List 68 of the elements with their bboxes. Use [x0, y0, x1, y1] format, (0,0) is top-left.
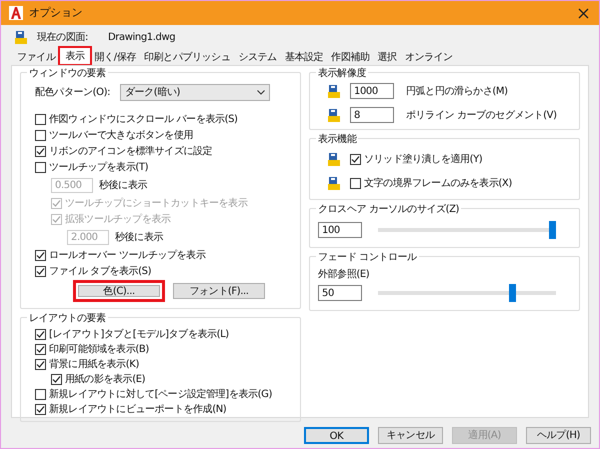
tab[interactable]: 基本設定: [280, 49, 328, 65]
field-label: 円弧と円の滑らかさ(M): [406, 84, 508, 98]
checkbox[interactable]: [51, 374, 62, 385]
tab[interactable]: 印刷とパブリッシュ: [140, 49, 234, 65]
checkbox[interactable]: [35, 250, 46, 260]
checkbox-label: ロールオーバー ツールチップを表示: [49, 248, 206, 262]
checkbox[interactable]: [35, 404, 46, 415]
checkbox[interactable]: [35, 146, 46, 156]
field-label: ポリライン カーブのセグメント(V): [406, 108, 557, 122]
slider-thumb[interactable]: [509, 284, 516, 302]
checkbox[interactable]: [35, 359, 46, 370]
checkbox[interactable]: [35, 344, 46, 355]
number-field[interactable]: 8: [350, 107, 394, 123]
checkbox[interactable]: [350, 154, 361, 164]
drawing-name: Drawing1.dwg: [108, 30, 176, 44]
checkbox[interactable]: [35, 162, 46, 172]
checkbox[interactable]: [35, 130, 46, 140]
delay-label: 秒後に表示: [115, 230, 164, 244]
tab[interactable]: オンライン: [400, 49, 457, 65]
checkbox[interactable]: [35, 114, 46, 124]
drawing-setting-icon: [326, 175, 342, 191]
drawing-icon: [13, 29, 29, 45]
checkbox[interactable]: [35, 266, 46, 276]
dialog-button[interactable]: 色(C)...: [73, 280, 165, 302]
color-scheme-dropdown[interactable]: ダーク(暗い): [120, 84, 270, 100]
checkbox-label: 拡張ツールチップを表示: [65, 212, 171, 226]
checkbox-label: 文字の境界フレームのみを表示(X): [364, 176, 512, 190]
drawing-setting-icon: [326, 83, 342, 99]
fade-value-field[interactable]: 50: [318, 285, 362, 301]
current-drawing-label: 現在の図面:: [37, 30, 88, 44]
drawing-setting-icon: [326, 107, 342, 123]
dialog-button[interactable]: フォント(F)...: [173, 283, 265, 299]
checkbox-label: ファイル タブを表示(S): [49, 264, 152, 278]
chevron-down-icon: [256, 90, 265, 94]
tab[interactable]: システム: [234, 49, 281, 65]
checkbox-label: ツールチップを表示(T): [49, 160, 148, 174]
app-logo-icon: [9, 6, 23, 20]
checkbox-label: ツールバーで大きなボタンを使用: [49, 128, 194, 142]
tab[interactable]: ファイル: [13, 49, 60, 65]
checkbox[interactable]: [35, 329, 46, 340]
checkbox-label: 用紙の影を表示(E): [65, 372, 146, 387]
checkbox-label: [レイアウト]タブと[モデル]タブを表示(L): [49, 328, 229, 342]
checkbox-label: 作図ウィンドウにスクロール バーを表示(S): [49, 112, 238, 126]
slider-thumb[interactable]: [548, 221, 556, 239]
checkbox-label: リボンのアイコンを標準サイズに設定: [49, 144, 212, 158]
checkbox[interactable]: [350, 178, 361, 188]
checkbox[interactable]: [35, 389, 46, 400]
checkbox-label: ソリッド塗り潰しを適用(Y): [364, 152, 482, 166]
xref-label: 外部参照(E): [318, 268, 370, 282]
window-title: オプション: [29, 4, 82, 21]
drawing-setting-icon: [326, 151, 342, 167]
dialog-button[interactable]: キャンセル: [378, 427, 443, 444]
close-icon[interactable]: [578, 8, 589, 18]
crosshair-size-field[interactable]: 100: [318, 222, 362, 238]
checkbox-label: 新規レイアウトにビューポートを作成(N): [49, 402, 226, 417]
checkbox-label: 新規レイアウトに対して[ページ設定管理]を表示(G): [49, 388, 272, 402]
tab[interactable]: 表示: [59, 47, 91, 65]
checkbox-label: 背景に用紙を表示(K): [49, 358, 139, 372]
delay-label: 秒後に表示: [99, 178, 148, 192]
tab[interactable]: 選択: [374, 49, 401, 65]
tab[interactable]: 開く/保存: [90, 49, 140, 65]
dialog-button[interactable]: OK: [304, 427, 369, 444]
dialog-button[interactable]: ヘルプ(H): [526, 427, 591, 444]
checkbox-label: ツールチップにショートカットキーを表示: [65, 196, 248, 210]
checkbox-label: 印刷可能領域を表示(B): [49, 342, 149, 357]
tab[interactable]: 作図補助: [327, 49, 374, 65]
number-field[interactable]: 1000: [350, 83, 394, 99]
color-scheme-label: 配色パターン(O):: [35, 86, 110, 100]
